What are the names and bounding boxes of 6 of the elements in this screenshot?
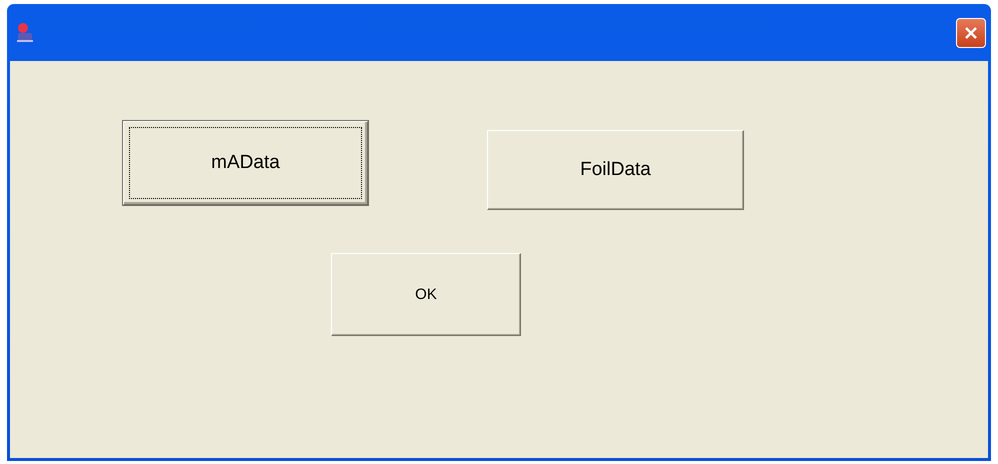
ok-button[interactable]: OK: [331, 253, 521, 336]
close-button[interactable]: [956, 18, 986, 48]
close-icon: [963, 24, 979, 40]
data-button[interactable]: mAData: [123, 121, 368, 205]
data-button[interactable]: FoilData: [487, 130, 744, 210]
app-icon: [14, 22, 36, 44]
